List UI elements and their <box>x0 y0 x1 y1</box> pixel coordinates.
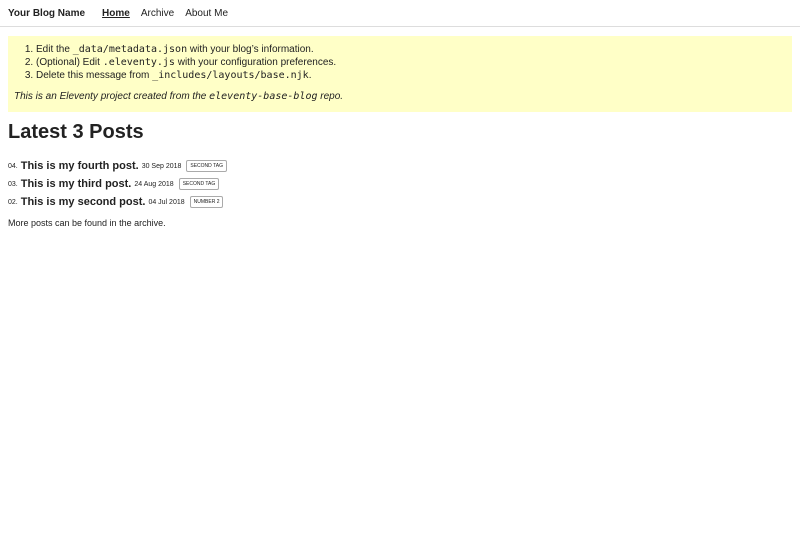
post-list: 04. This is my fourth post. 30 Sep 2018 … <box>8 157 227 211</box>
step-code: _includes/layouts/base.njk <box>152 70 309 81</box>
step-text: Delete this message from <box>36 70 153 81</box>
step-text: (Optional) Edit <box>36 57 103 68</box>
main-nav: Home Archive About Me <box>102 8 239 19</box>
post-tag-link[interactable]: second tag <box>186 160 227 172</box>
nav-item-about: About Me <box>185 8 228 19</box>
step-text: . <box>333 57 337 68</box>
archive-link[interactable]: the archive <box>119 218 163 228</box>
page-heading: Latest 3 Posts <box>8 121 144 143</box>
setup-step: Edit the _data/metadata.json with your b… <box>36 43 786 56</box>
step-text: Edit the <box>36 44 73 55</box>
post-number: 04. <box>8 162 18 170</box>
note-text: . <box>340 91 344 102</box>
config-preferences-link[interactable]: configuration preferences <box>221 57 334 68</box>
post-item: 02. This is my second post. 04 Jul 2018 … <box>8 193 227 211</box>
setup-step: (Optional) Edit .eleventy.js with your c… <box>36 56 786 69</box>
more-posts-text: More posts can be found in the archive. <box>8 218 166 228</box>
nav-about-link[interactable]: About Me <box>185 8 228 19</box>
more-text: More posts can be found in <box>8 218 120 228</box>
note-text: This is an <box>14 91 60 102</box>
site-header: Your Blog Name Home Archive About Me <box>0 0 800 27</box>
nav-archive-link[interactable]: Archive <box>141 8 174 19</box>
post-tag-link[interactable]: second tag <box>178 178 220 190</box>
step-code: _data/metadata.json <box>72 44 188 55</box>
step-text: with your blog’s information. <box>187 44 314 55</box>
post-number: 03. <box>8 180 18 188</box>
more-text: . <box>163 218 166 228</box>
base-blog-repo-link[interactable]: eleventy-base-blog repo <box>209 91 340 102</box>
step-text: with your <box>174 57 221 68</box>
repo-label: repo <box>317 91 341 102</box>
nav-item-home: Home <box>102 8 130 19</box>
setup-steps-list: Edit the _data/metadata.json with your b… <box>14 43 786 82</box>
step-code: .eleventy.js <box>102 57 175 68</box>
post-number: 02. <box>8 198 18 206</box>
post-date: 30 Sep 2018 <box>141 162 182 170</box>
nav-home-link[interactable]: Home <box>102 8 130 19</box>
post-title-link[interactable]: This is my second post. <box>21 196 146 208</box>
post-item: 04. This is my fourth post. 30 Sep 2018 … <box>8 157 227 175</box>
nav-item-archive: Archive <box>141 8 174 19</box>
post-tag-link[interactable]: number 2 <box>189 196 224 208</box>
step-text: . <box>308 70 312 81</box>
site-title-link[interactable]: Your Blog Name <box>8 8 85 19</box>
eleventy-note: This is an Eleventy project created from… <box>14 91 786 102</box>
post-item: 03. This is my third post. 24 Aug 2018 s… <box>8 175 227 193</box>
setup-step: Delete this message from _includes/layou… <box>36 69 786 82</box>
setup-warning-box: Edit the _data/metadata.json with your b… <box>8 36 792 112</box>
post-date: 24 Aug 2018 <box>134 180 174 188</box>
repo-code: eleventy-base-blog <box>209 91 318 102</box>
note-text: created from the <box>130 91 210 102</box>
post-date: 04 Jul 2018 <box>148 198 185 206</box>
post-title-link[interactable]: This is my third post. <box>21 178 132 190</box>
post-title-link[interactable]: This is my fourth post. <box>21 160 139 172</box>
eleventy-project-link[interactable]: Eleventy project <box>60 91 131 102</box>
